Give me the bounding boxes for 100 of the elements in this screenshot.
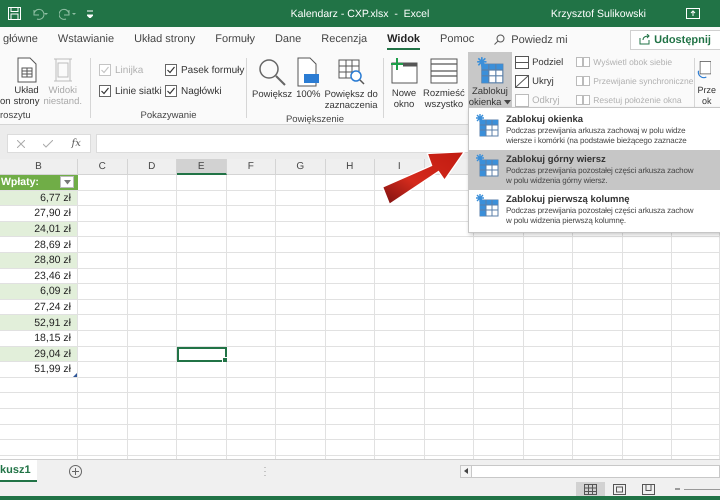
grid-cell[interactable] [573, 408, 622, 424]
column-header[interactable]: I [375, 159, 424, 175]
grid-cell[interactable] [128, 222, 177, 238]
grid-cell[interactable] [0, 424, 78, 440]
grid-cell[interactable] [424, 393, 474, 409]
grid-cell[interactable] [128, 315, 177, 331]
ribbon-tab[interactable]: Dane [274, 29, 302, 50]
grid-cell[interactable] [177, 252, 226, 269]
grid-cell[interactable] [573, 378, 622, 394]
grid-cell[interactable] [177, 206, 226, 222]
grid-cell[interactable] [128, 252, 177, 269]
grid-cell[interactable] [474, 362, 524, 378]
grid-cell[interactable] [326, 315, 375, 331]
ribbon-button[interactable]: Powiększ do zaznaczenia [323, 55, 379, 114]
grid-cell[interactable] [276, 315, 326, 331]
column-header[interactable]: D [128, 159, 177, 175]
grid-cell[interactable] [474, 424, 524, 440]
grid-cell[interactable] [326, 330, 375, 347]
grid-cell[interactable] [276, 175, 326, 191]
grid-cell[interactable] [0, 378, 78, 394]
grid-cell[interactable] [326, 237, 375, 253]
grid-cell[interactable] [524, 424, 573, 440]
grid-cell[interactable] [276, 424, 326, 440]
grid-cell[interactable] [0, 408, 78, 424]
menu-item[interactable]: Zablokuj okienka Podczas przewijania arkusza zachowaj w polu widze wiersze i komórki (na podstawie bieżącego zaznacze [469, 110, 720, 150]
grid-cell[interactable] [375, 284, 424, 300]
option-checkbox[interactable]: Pasek formuły [165, 64, 245, 76]
grid-cell[interactable] [573, 424, 622, 440]
ribbon-tab[interactable]: główne [3, 29, 38, 50]
grid-cell[interactable] [375, 268, 424, 284]
grid-cell[interactable] [128, 393, 177, 409]
grid-cell[interactable] [78, 237, 128, 253]
grid-cell[interactable] [128, 362, 177, 378]
grid-cell[interactable] [128, 346, 177, 362]
grid-cell[interactable] [226, 175, 276, 191]
grid-cell[interactable] [276, 378, 326, 394]
column-header[interactable]: F [226, 159, 276, 175]
ribbon-display-options-icon[interactable] [686, 8, 700, 19]
grid-cell[interactable] [276, 393, 326, 409]
scroll-left-button[interactable] [460, 466, 472, 476]
grid-cell[interactable] [375, 237, 424, 253]
grid-cell[interactable] [326, 393, 375, 409]
grid-cell[interactable] [177, 362, 226, 378]
grid-cell[interactable] [78, 222, 128, 238]
grid-cell[interactable] [524, 315, 573, 331]
grid-cell[interactable] [226, 330, 276, 347]
grid-cell[interactable] [326, 378, 375, 394]
column-header[interactable]: G [276, 159, 326, 175]
grid-cell[interactable] [276, 190, 326, 206]
grid-cell[interactable] [474, 315, 524, 331]
grid-cell[interactable] [326, 206, 375, 222]
grid-cell[interactable] [326, 362, 375, 378]
grid-cell[interactable] [78, 268, 128, 284]
grid-cell[interactable] [424, 440, 474, 456]
grid-cell[interactable] [375, 330, 424, 347]
grid-cell[interactable] [672, 268, 720, 284]
grid-cell[interactable] [128, 206, 177, 222]
grid-cell[interactable] [128, 378, 177, 394]
grid-cell[interactable] [622, 346, 672, 362]
save-icon[interactable] [8, 7, 21, 20]
grid-cell[interactable] [326, 440, 375, 456]
grid-cell[interactable] [622, 440, 672, 456]
grid-cell[interactable] [474, 268, 524, 284]
grid-cell[interactable] [326, 424, 375, 440]
active-cell[interactable] [177, 346, 226, 362]
grid-cell[interactable] [524, 300, 573, 316]
grid-cell[interactable] [573, 330, 622, 347]
grid-cell[interactable] [375, 252, 424, 269]
grid-cell[interactable] [276, 284, 326, 300]
menu-item[interactable]: Zablokuj pierwszą kolumnę Podczas przewijania pozostałej części arkusza zachow w polu widzenia pierwszą kolumnę. [469, 190, 720, 230]
grid-cell[interactable] [326, 252, 375, 269]
grid-cell[interactable] [276, 362, 326, 378]
ribbon-tab[interactable]: Pomoc [440, 29, 474, 50]
grid-cell[interactable] [276, 330, 326, 347]
column-header[interactable]: E [177, 159, 226, 175]
grid-cell[interactable] [226, 252, 276, 269]
grid-cell[interactable] [622, 424, 672, 440]
grid-cell[interactable] [375, 408, 424, 424]
grid-cell[interactable] [474, 252, 524, 269]
grid-cell[interactable] [78, 252, 128, 269]
grid-cell[interactable] [276, 222, 326, 238]
grid-cell[interactable] [128, 330, 177, 347]
ribbon-button[interactable]: Prze ok [697, 55, 716, 109]
grid-cell[interactable] [177, 284, 226, 300]
ribbon-tab[interactable]: Widok [387, 29, 420, 50]
grid-cell[interactable] [474, 440, 524, 456]
ribbon-button[interactable]: Powiększ [251, 55, 294, 107]
grid-cell[interactable] [672, 300, 720, 316]
grid-cell[interactable] [226, 315, 276, 331]
grid-cell[interactable] [375, 378, 424, 394]
grid-cell[interactable] [622, 315, 672, 331]
ribbon-button[interactable]: Układ strony [12, 55, 40, 110]
ribbon-tab[interactable]: Recenzja [321, 29, 368, 50]
grid-cell[interactable] [672, 424, 720, 440]
grid-cell[interactable] [326, 284, 375, 300]
grid-cell[interactable] [474, 378, 524, 394]
grid-cell[interactable] [622, 252, 672, 269]
horizontal-scrollbar[interactable] [460, 464, 720, 478]
grid-cell[interactable] [524, 393, 573, 409]
grid-cell[interactable] [226, 237, 276, 253]
